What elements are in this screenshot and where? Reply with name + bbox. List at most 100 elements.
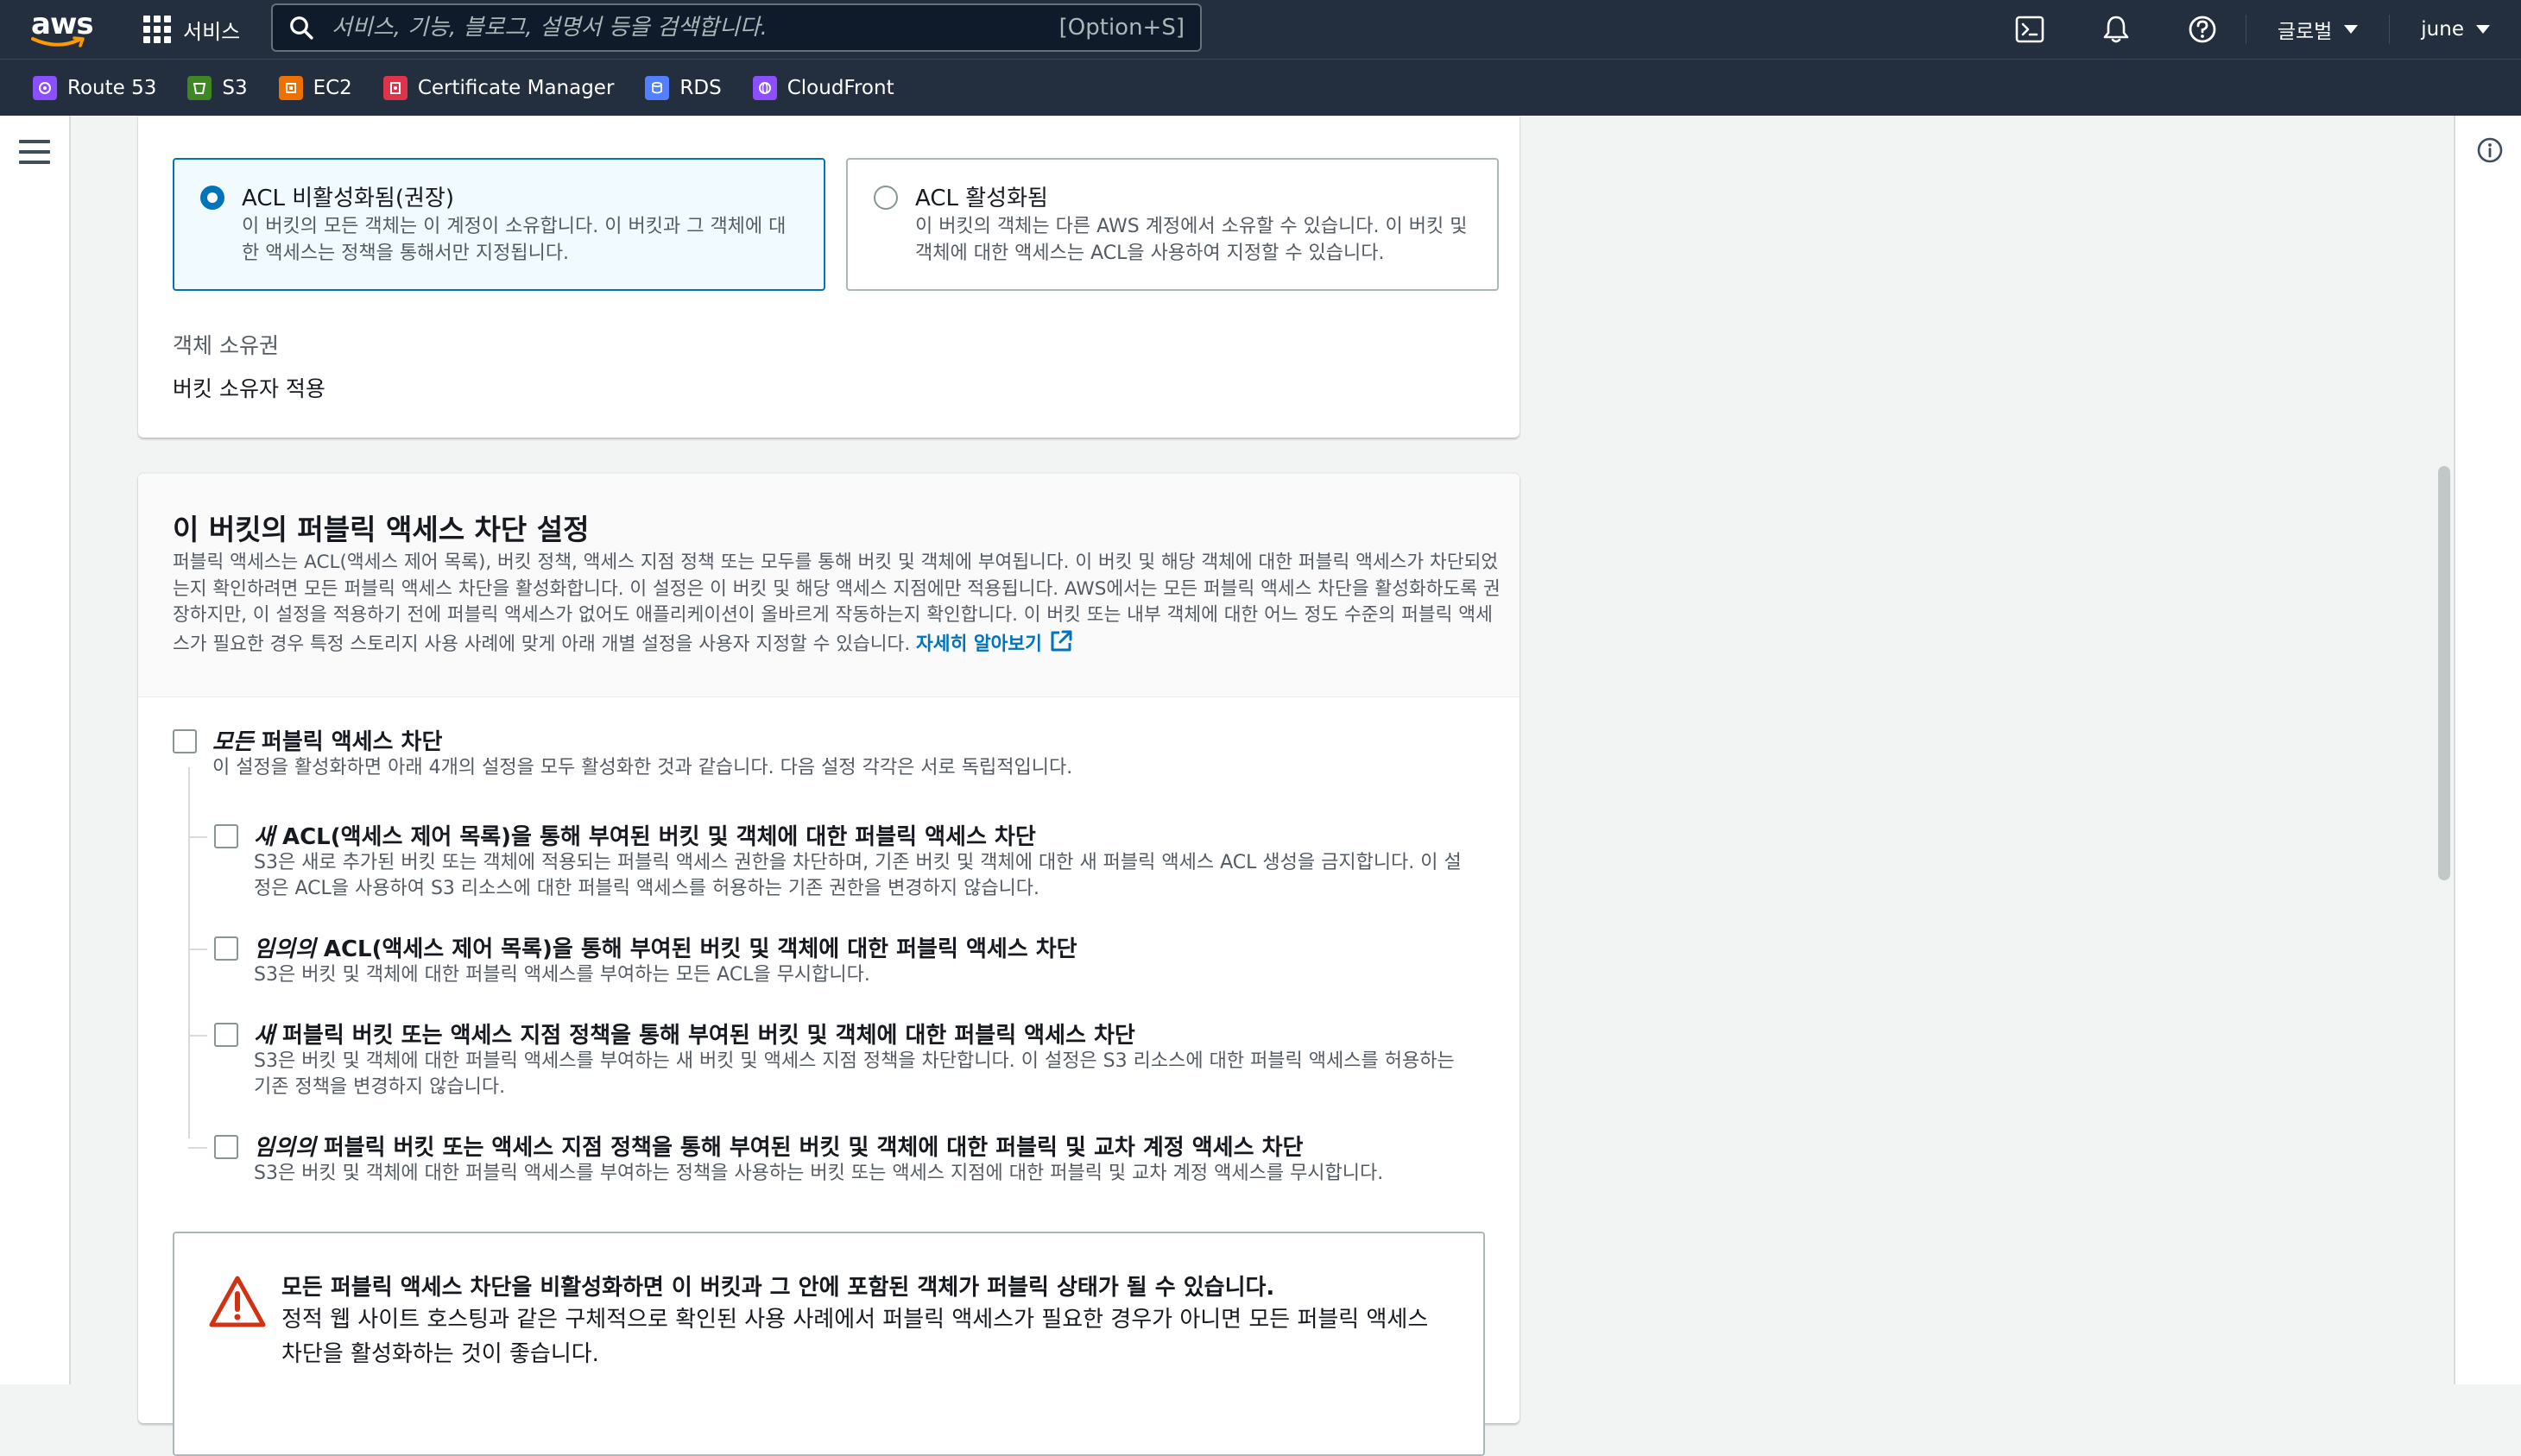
option-title-text: 퍼블릭 버킷 또는 액세스 지점 정책을 통해 부여된 버킷 및 객체에 대한 … (274, 1023, 1135, 1049)
option-title-emphasis: 새 (254, 1023, 275, 1049)
block-public-access-panel: 이 버킷의 퍼블릭 액세스 차단 설정 퍼블릭 액세스는 ACL(액세스 제어 … (138, 473, 1520, 1456)
object-ownership-panel: ACL 비활성화됨(권장) 이 버킷의 모든 객체는 이 계정이 소유합니다. … (138, 116, 1520, 438)
top-navigation: aws 서비스 [Option+S] (0, 0, 2521, 59)
block-all-desc: 이 설정을 활성화하면 아래 4개의 설정을 모두 활성화한 것과 같습니다. … (212, 757, 1073, 778)
caret-down-icon (2476, 25, 2490, 34)
option-title-text: ACL(액세스 제어 목록)을 통해 부여된 버킷 및 객체에 대한 퍼블릭 액… (274, 824, 1036, 850)
services-menu[interactable]: 서비스 (143, 14, 240, 45)
option-title-text: 퍼블릭 버킷 또는 액세스 지점 정책을 통해 부여된 버킷 및 객체에 대한 … (315, 1135, 1304, 1161)
route53-service-icon (33, 75, 57, 100)
favorite-label: CloudFront (787, 76, 894, 99)
option-title-emphasis: 새 (254, 824, 275, 850)
notifications-button[interactable] (2073, 0, 2159, 59)
account-menu[interactable]: june (2390, 0, 2521, 59)
tree-branch (188, 1147, 207, 1149)
s3-service-icon (187, 75, 212, 100)
block-public-access-header: 이 버킷의 퍼블릭 액세스 차단 설정 퍼블릭 액세스는 ACL(액세스 제어 … (138, 474, 1520, 697)
help-icon (2189, 16, 2216, 43)
acl-disabled-option[interactable]: ACL 비활성화됨(권장) 이 버킷의 모든 객체는 이 계정이 소유합니다. … (173, 158, 825, 291)
favorite-certificate-manager[interactable]: Certificate Manager (382, 75, 615, 100)
block-new-policy-title: 새 퍼블릭 버킷 또는 액세스 지점 정책을 통해 부여된 버킷 및 객체에 대… (254, 1018, 1135, 1049)
warning-title: 모든 퍼블릭 액세스 차단을 비활성화하면 이 버킷과 그 안에 포함된 객체가… (281, 1275, 1275, 1301)
block-public-access-description: 퍼블릭 액세스는 ACL(액세스 제어 목록), 버킷 정책, 액세스 지점 정… (173, 550, 1502, 658)
bell-icon (2103, 16, 2129, 43)
tree-connector (188, 767, 190, 1138)
region-menu[interactable]: 글로벌 (2246, 0, 2389, 59)
block-new-policy-desc: S3은 버킷 및 객체에 대한 퍼블릭 액세스를 부여하는 새 버킷 및 액세스… (254, 1050, 1455, 1098)
services-grid-icon (143, 16, 171, 43)
option-title-emphasis: 임의의 (254, 1135, 316, 1161)
block-all-title-text: 퍼블릭 액세스 차단 (253, 729, 443, 755)
tree-branch (188, 949, 207, 950)
favorite-cloudfront[interactable]: CloudFront (752, 75, 894, 100)
block-public-access-title: 이 버킷의 퍼블릭 액세스 차단 설정 (173, 513, 590, 546)
rds-service-icon (645, 75, 670, 100)
acl-disabled-title: ACL 비활성화됨(권장) (242, 186, 454, 211)
learn-more-label: 자세히 알아보기 (916, 633, 1042, 655)
caret-down-icon (2344, 25, 2359, 34)
tree-branch (188, 836, 207, 838)
search-input[interactable] (330, 14, 1044, 41)
option-title-emphasis: 임의의 (254, 936, 316, 962)
user-label: june (2421, 18, 2464, 41)
external-link-icon (1051, 630, 1072, 651)
help-button[interactable] (2159, 0, 2246, 59)
favorite-label: EC2 (313, 76, 352, 99)
favorite-route53[interactable]: Route 53 (33, 75, 157, 100)
block-any-acl-checkbox[interactable] (214, 936, 238, 961)
favorite-ec2[interactable]: EC2 (278, 75, 352, 100)
object-ownership-label: 객체 소유권 (173, 333, 279, 358)
tree-branch (188, 1035, 207, 1037)
acl-disabled-radio[interactable] (200, 186, 224, 210)
option-title-text: ACL(액세스 제어 목록)을 통해 부여된 버킷 및 객체에 대한 퍼블릭 액… (315, 936, 1077, 962)
favorite-label: RDS (679, 76, 722, 99)
aws-logo[interactable]: aws (29, 7, 94, 52)
block-any-acl-desc: S3은 버킷 및 객체에 대한 퍼블릭 액세스를 부여하는 모든 ACL을 무시… (254, 964, 870, 986)
favorite-label: Certificate Manager (417, 76, 615, 99)
search-shortcut-hint: [Option+S] (1058, 15, 1185, 41)
search-icon (290, 16, 313, 40)
block-new-acl-title: 새 ACL(액세스 제어 목록)을 통해 부여된 버킷 및 객체에 대한 퍼블릭… (254, 819, 1036, 851)
aws-smile-icon (31, 36, 85, 47)
favorite-s3[interactable]: S3 (187, 75, 248, 100)
block-all-title: 모든 퍼블릭 액세스 차단 (212, 724, 442, 756)
nav-right-group: 글로벌 june (1987, 0, 2521, 59)
acl-enabled-desc: 이 버킷의 객체는 다른 AWS 계정에서 소유할 수 있습니다. 이 버킷 및… (915, 216, 1468, 264)
ec2-service-icon (278, 75, 303, 100)
info-icon[interactable] (2476, 136, 2504, 164)
menu-icon[interactable] (19, 140, 50, 171)
block-new-acl-desc: S3은 새로 추가된 버킷 또는 객체에 적용되는 퍼블릭 액세스 권한을 차단… (254, 852, 1462, 899)
services-label: 서비스 (183, 19, 241, 44)
description-text: 퍼블릭 액세스는 ACL(액세스 제어 목록), 버킷 정책, 액세스 지점 정… (173, 552, 1501, 655)
favorites-bar: Route 53 S3 EC2 Certificate Manager RDS … (0, 59, 2521, 116)
public-access-warning: 모든 퍼블릭 액세스 차단을 비활성화하면 이 버킷과 그 안에 포함된 객체가… (173, 1232, 1485, 1456)
certificate-manager-service-icon (382, 75, 408, 100)
block-new-acl-checkbox[interactable] (214, 824, 238, 848)
scrollbar-thumb[interactable] (2438, 466, 2450, 880)
cloudshell-icon (2015, 16, 2044, 43)
acl-enabled-option[interactable]: ACL 활성화됨 이 버킷의 객체는 다른 AWS 계정에서 소유할 수 있습니… (846, 158, 1499, 291)
region-label: 글로벌 (2277, 21, 2333, 43)
block-all-title-emphasis: 모든 (212, 729, 254, 755)
global-search[interactable]: [Option+S] (271, 3, 1202, 52)
block-any-policy-checkbox[interactable] (214, 1135, 238, 1159)
acl-enabled-radio[interactable] (874, 186, 898, 210)
favorite-label: S3 (222, 76, 248, 99)
block-any-acl-title: 임의의 ACL(액세스 제어 목록)을 통해 부여된 버킷 및 객체에 대한 퍼… (254, 931, 1077, 963)
acl-enabled-title: ACL 활성화됨 (915, 186, 1048, 211)
left-navigation-rail (0, 116, 71, 1384)
acl-disabled-desc: 이 버킷의 모든 객체는 이 계정이 소유합니다. 이 버킷과 그 객체에 대한… (242, 216, 787, 264)
object-ownership-value: 버킷 소유자 적용 (173, 376, 325, 401)
block-new-policy-checkbox[interactable] (214, 1023, 238, 1047)
block-any-policy-title: 임의의 퍼블릭 버킷 또는 액세스 지점 정책을 통해 부여된 버킷 및 객체에… (254, 1130, 1303, 1162)
favorite-label: Route 53 (67, 76, 157, 99)
right-tools-rail (2454, 116, 2521, 1384)
block-all-checkbox[interactable] (173, 729, 197, 753)
learn-more-link[interactable]: 자세히 알아보기 (916, 630, 1073, 655)
cloudfront-service-icon (752, 75, 777, 100)
block-any-policy-desc: S3은 버킷 및 객체에 대한 퍼블릭 액세스를 부여하는 정책을 사용하는 버… (254, 1163, 1384, 1184)
warning-icon (209, 1276, 266, 1327)
warning-body: 정적 웹 사이트 호스팅과 같은 구체적으로 확인된 사용 사례에서 퍼블릭 액… (281, 1307, 1429, 1367)
favorite-rds[interactable]: RDS (645, 75, 722, 100)
cloudshell-button[interactable] (1987, 0, 2073, 59)
